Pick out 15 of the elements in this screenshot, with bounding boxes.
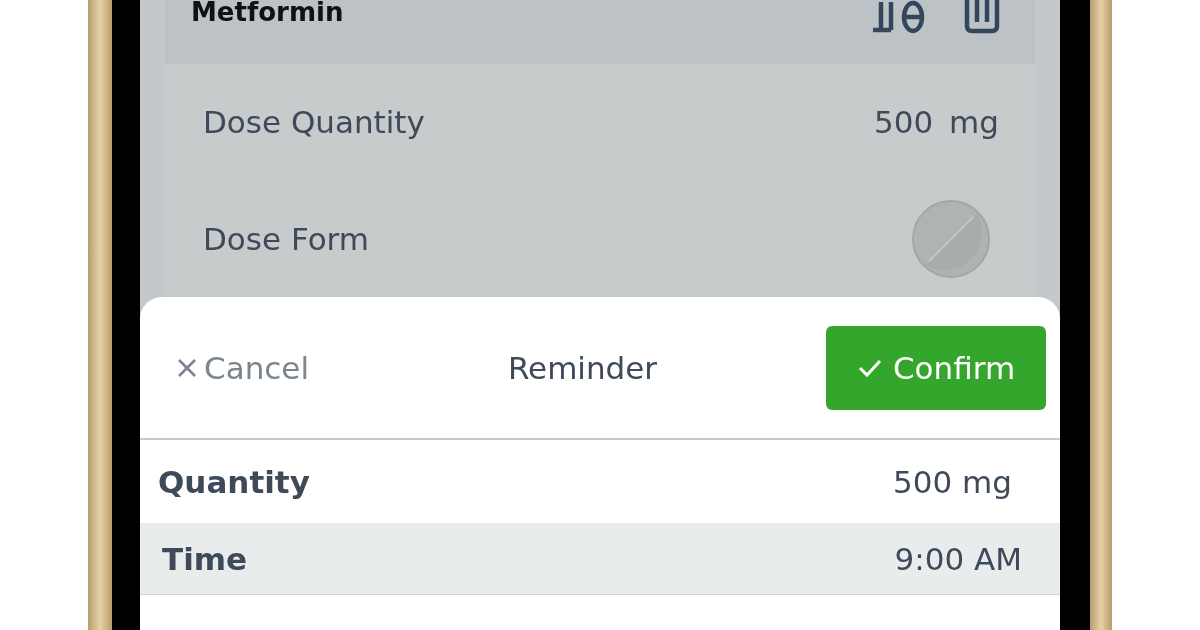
- sheet-title: Reminder: [507, 349, 658, 386]
- setting-value: 500 mg: [893, 463, 1012, 500]
- dose-unit: mg: [949, 104, 999, 141]
- field-label: Dose Quantity: [203, 104, 425, 141]
- setting-label: Time: [162, 540, 248, 577]
- cancel-button[interactable]: Cancel: [176, 349, 310, 386]
- glyph-icon[interactable]: [871, 0, 927, 34]
- close-icon: [176, 356, 198, 379]
- setting-value: 9:00 AM: [894, 540, 1022, 577]
- trash-icon[interactable]: [963, 0, 1001, 34]
- setting-label: Quantity: [158, 463, 310, 500]
- setting-row[interactable]: Time 9:00 AM: [140, 523, 1060, 595]
- field-label: Dose Form: [203, 220, 369, 257]
- dose-value: 500: [873, 104, 934, 141]
- medication-name: Metformin: [191, 0, 344, 24]
